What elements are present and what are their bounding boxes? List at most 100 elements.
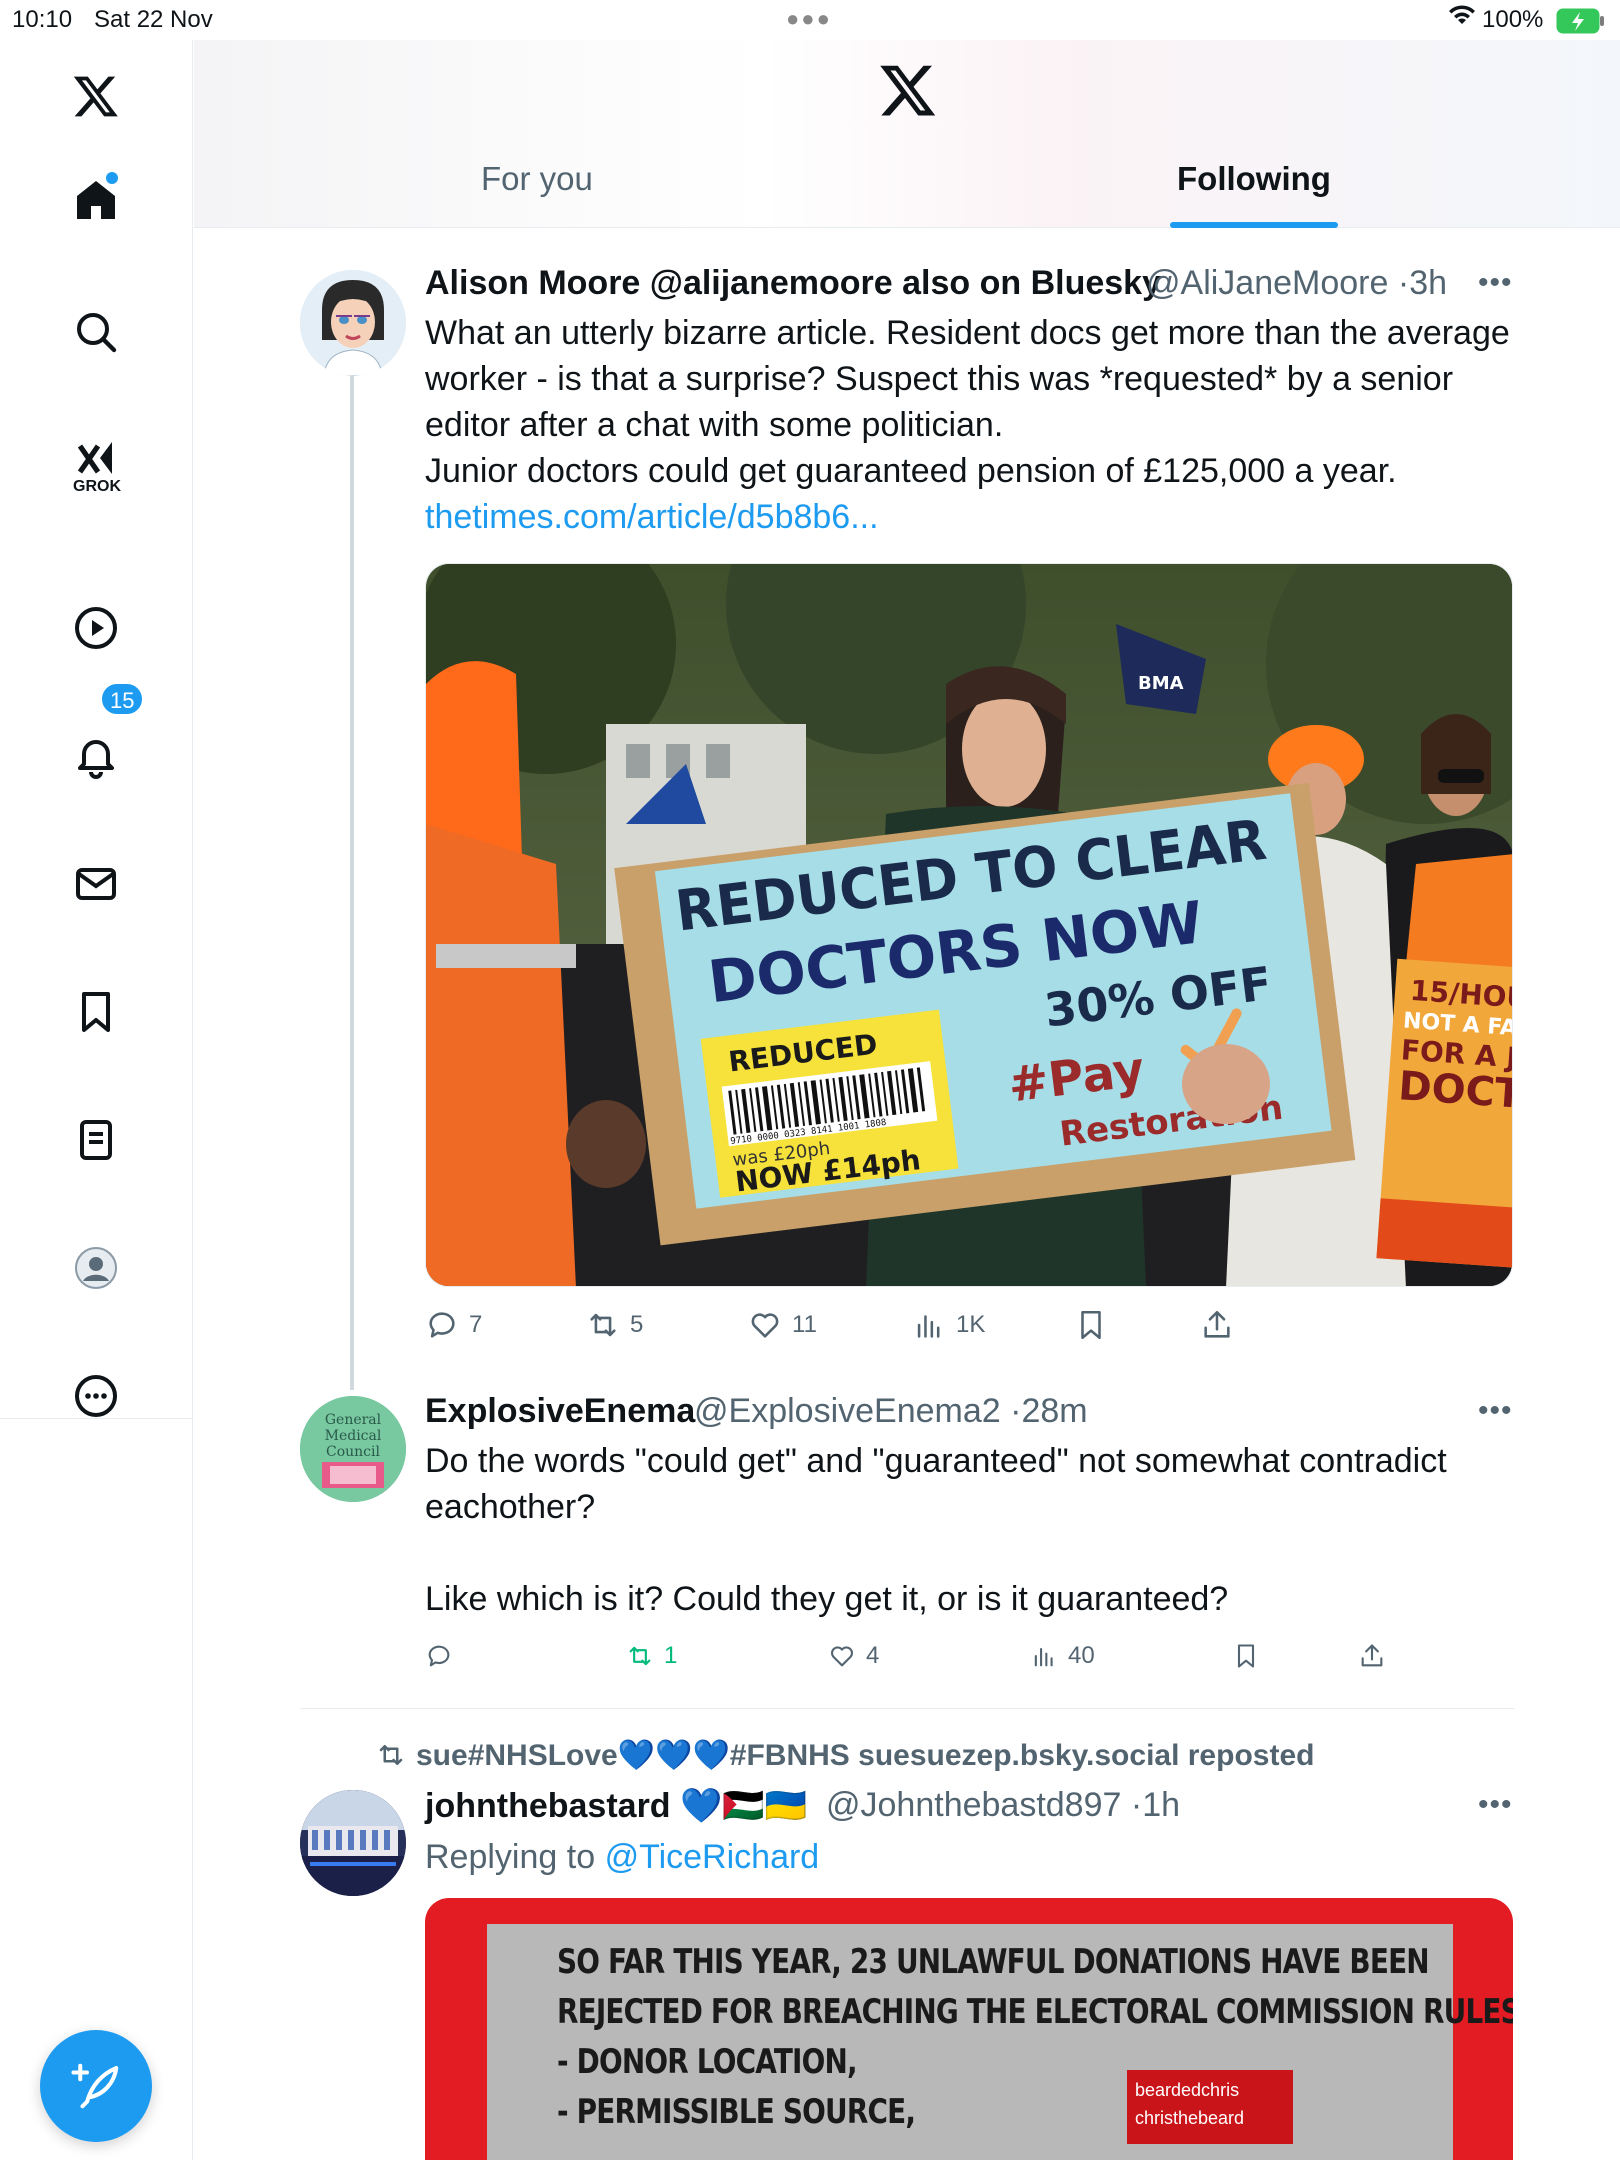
flag-text: BMA (1138, 673, 1184, 694)
svg-text:Medical: Medical (325, 1428, 382, 1444)
list-document-icon (80, 1120, 112, 1160)
repost-count: 5 (630, 1311, 644, 1338)
image-text-line: - DONOR LOCATION, (557, 2042, 858, 2082)
compose-post-button[interactable] (40, 2030, 152, 2142)
image-text-line: REJECTED FOR BREACHING THE ELECTORAL COM… (557, 1992, 1513, 2032)
sidebar-item-messages[interactable] (60, 848, 132, 920)
status-date: Sat 22 Nov (94, 6, 213, 33)
sidebar-item-notifications[interactable] (60, 720, 132, 792)
battery-icon (1556, 8, 1606, 41)
share-icon (1361, 1644, 1383, 1667)
profile-avatar-icon (75, 1247, 117, 1289)
sidebar-item-lists[interactable] (60, 1104, 132, 1176)
analytics-icon (1034, 1647, 1053, 1667)
tweet-handle-time[interactable]: @AliJaneMoore ·3h (1146, 264, 1447, 303)
avatar[interactable] (300, 1790, 406, 1896)
tweet-handle-time[interactable]: @Johnthebastd897 ·1h (826, 1786, 1180, 1825)
views-button[interactable]: 1K (912, 1308, 985, 1342)
notification-count-badge: 15 (100, 682, 145, 716)
repost-button[interactable]: 5 (586, 1308, 643, 1342)
reply-icon (429, 1312, 455, 1338)
share-button[interactable] (1200, 1308, 1234, 1342)
like-count: 4 (866, 1642, 880, 1669)
tweet-link[interactable]: thetimes.com/article/d5b8b6... (425, 498, 879, 537)
repost-icon (379, 1745, 403, 1765)
grok-label: GROK (73, 478, 121, 495)
tweet-text: What an utterly bizarre article. Residen… (425, 314, 1510, 490)
tweet-divider (300, 1708, 1514, 1709)
image-social-handle: christhebeard (1135, 2108, 1245, 2128)
sidebar-divider (0, 1418, 193, 1419)
home-unread-dot (106, 172, 118, 184)
tweet-author-name[interactable]: johnthebastard 💙🇵🇸🇺🇦 (425, 1786, 807, 1826)
more-options-icon[interactable]: ••• (1478, 1788, 1513, 1822)
tweet-author-name[interactable]: Alison Moore @alijanemoore also on Blues… (425, 264, 1161, 303)
share-button[interactable] (1358, 1642, 1386, 1670)
sidebar-item-home[interactable] (60, 164, 132, 236)
sidebar-item-profile[interactable] (60, 1232, 132, 1304)
tab-for-you[interactable]: For you (481, 160, 593, 220)
sidebar: GROK 15 (0, 40, 193, 2160)
views-button[interactable]: 40 (1030, 1642, 1095, 1670)
x-logo-icon[interactable] (60, 60, 132, 132)
avatar[interactable]: General Medical Council (300, 1396, 406, 1502)
tweet-handle[interactable]: @ExplosiveEnema2 (694, 1392, 1001, 1430)
svg-text:Council: Council (326, 1444, 380, 1460)
bookmark-button[interactable] (1074, 1308, 1108, 1342)
repost-button[interactable]: 1 (626, 1642, 677, 1670)
battery-percent: 100% (1482, 6, 1544, 33)
tweet-handle[interactable]: @AliJaneMoore (1146, 264, 1388, 302)
tweet-handle[interactable]: @Johnthebastd897 (826, 1786, 1121, 1824)
tweet-author-name[interactable]: ExplosiveEnema (425, 1392, 695, 1431)
tab-following[interactable]: Following (1177, 160, 1331, 220)
svg-text:DOCT: DOCT (1397, 1063, 1513, 1118)
analytics-icon (917, 1315, 940, 1338)
view-count: 1K (956, 1311, 986, 1338)
sidebar-item-more[interactable] (60, 1360, 132, 1432)
tweet-text: Do the words "could get" and "guaranteed… (425, 1442, 1447, 1618)
envelope-icon (76, 868, 116, 900)
tweet-time[interactable]: 28m (1021, 1392, 1087, 1430)
more-options-icon[interactable]: ••• (1478, 266, 1513, 300)
multitasking-dots-icon[interactable]: ●●● (786, 6, 832, 32)
sidebar-item-videos[interactable] (60, 592, 132, 664)
reply-button[interactable] (425, 1642, 463, 1670)
search-icon (77, 313, 117, 353)
timeline-header: For you Following (194, 40, 1620, 228)
replying-to-handle[interactable]: @TiceRichard (605, 1838, 820, 1876)
like-count: 11 (792, 1311, 817, 1338)
wifi-icon (1448, 4, 1476, 35)
share-icon (1204, 1310, 1230, 1338)
avatar[interactable] (300, 270, 406, 376)
heart-icon (751, 1313, 779, 1338)
image-text-line: - PERMISSIBLE SOURCE, (557, 2092, 916, 2132)
repost-context[interactable]: sue#NHSLove💙💙💙#FBNHS suesuezep.bsky.soci… (376, 1738, 1314, 1773)
bookmark-button[interactable] (1232, 1642, 1260, 1670)
view-count: 40 (1068, 1642, 1095, 1669)
repost-icon (590, 1313, 616, 1337)
sidebar-item-bookmarks[interactable] (60, 976, 132, 1048)
reply-count: 7 (469, 1311, 483, 1338)
image-text-panel: SO FAR THIS YEAR, 23 UNLAWFUL DONATIONS … (487, 1924, 1513, 2160)
repost-count: 1 (664, 1642, 678, 1669)
tweet-time[interactable]: 3h (1409, 264, 1447, 302)
feather-plus-icon (71, 2063, 119, 2109)
reply-icon (428, 1645, 450, 1667)
active-tab-indicator (1170, 222, 1338, 228)
more-options-icon[interactable]: ••• (1478, 1394, 1513, 1428)
tweet-image[interactable]: SO FAR THIS YEAR, 23 UNLAWFUL DONATIONS … (425, 1898, 1513, 2160)
sidebar-item-search[interactable] (60, 296, 132, 368)
tweet-handle-time[interactable]: @ExplosiveEnema2 ·28m (694, 1392, 1088, 1431)
image-text-line: SO FAR THIS YEAR, 23 UNLAWFUL DONATIONS … (557, 1942, 1430, 1982)
image-social-handle: beardedchris (1135, 2080, 1240, 2100)
tweet-image[interactable]: BMA REDUCED TO CLEAR DOCTORS NOW 30% OFF… (425, 563, 1513, 1287)
tweet-time[interactable]: 1h (1142, 1786, 1180, 1824)
grok-icon (77, 442, 112, 474)
replying-to-label: Replying to (425, 1838, 596, 1876)
avatar-text-1: General (325, 1412, 382, 1428)
reply-button[interactable]: 7 (425, 1308, 482, 1342)
status-bar: 10:10 Sat 22 Nov ●●● 100% (0, 0, 1620, 40)
like-button[interactable]: 11 (748, 1308, 817, 1342)
more-circle-icon (75, 1375, 117, 1417)
like-button[interactable]: 4 (828, 1642, 879, 1670)
